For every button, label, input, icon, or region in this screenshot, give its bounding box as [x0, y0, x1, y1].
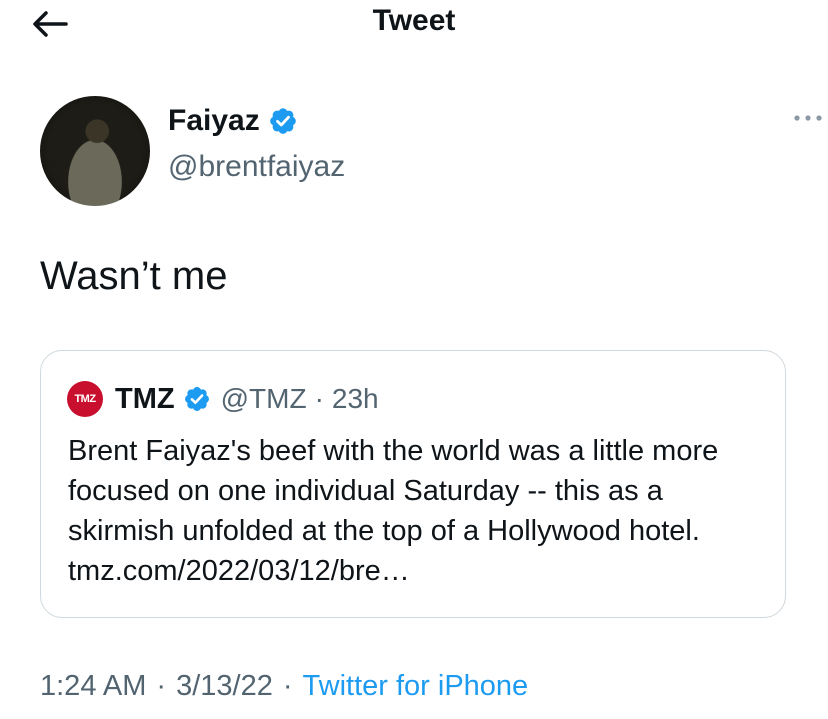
tweet-source-link[interactable]: Twitter for iPhone — [303, 670, 529, 703]
top-bar: Tweet — [0, 0, 828, 48]
separator-dot: · — [282, 670, 293, 702]
more-horizontal-icon[interactable] — [791, 110, 825, 126]
quoted-tweet[interactable]: TMZ TMZ @TMZ · 23h Brent Faiyaz's beef w… — [40, 350, 786, 618]
quoted-tweet-text: Brent Faiyaz's beef with the world was a… — [68, 435, 719, 587]
separator-dot: · — [314, 383, 324, 414]
tmz-logo: TMZ — [67, 381, 103, 417]
quoted-author-name: TMZ — [115, 382, 175, 415]
page-title: Tweet — [372, 4, 456, 37]
tweet-author: Faiyaz @brentfaiyaz — [40, 96, 822, 206]
tweet-text: Wasn’t me — [40, 254, 228, 298]
tweet-date: 3/13/22 — [176, 670, 273, 702]
author-handle[interactable]: @brentfaiyaz — [168, 150, 345, 184]
tweet-time: 1:24 AM — [40, 670, 147, 702]
verified-badge-icon — [269, 108, 296, 134]
verified-badge-icon — [184, 387, 209, 411]
quoted-author-handle: @TMZ — [220, 383, 307, 414]
avatar[interactable] — [40, 96, 150, 206]
author-name[interactable]: Faiyaz — [168, 104, 260, 138]
quoted-tweet-header: TMZ TMZ @TMZ · 23h — [67, 381, 379, 417]
author-name-row: Faiyaz — [168, 104, 298, 138]
separator-dot: · — [156, 670, 167, 702]
tweet-metadata: 1:24 AM · 3/13/22 · Twitter for iPhone — [40, 670, 528, 703]
quoted-timestamp: 23h — [331, 383, 379, 414]
